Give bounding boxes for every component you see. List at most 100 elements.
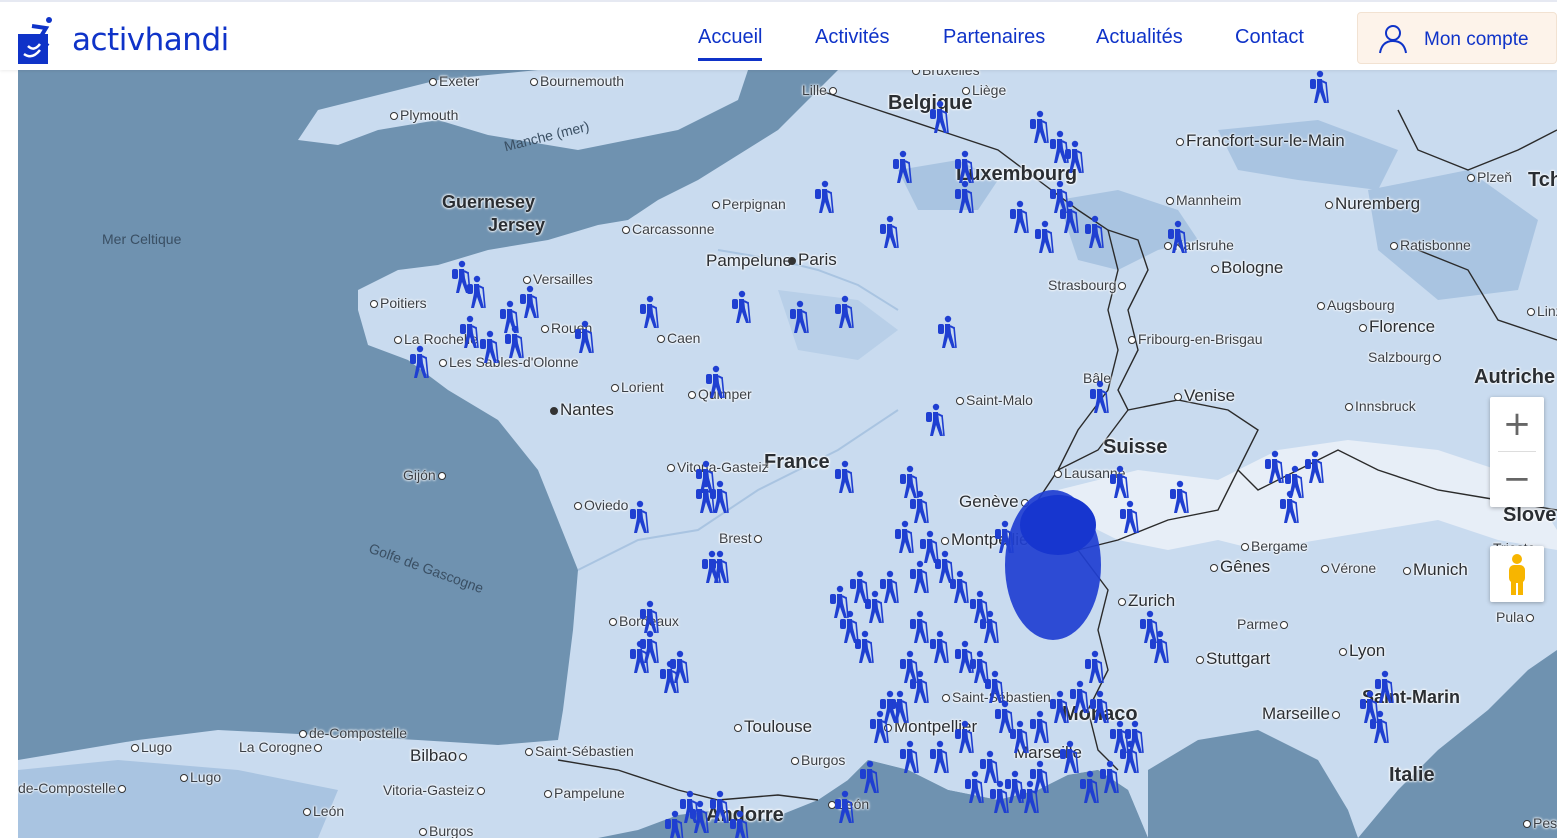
hiker-icon[interactable] [1008, 200, 1030, 234]
country-italie: Italie [1389, 764, 1435, 786]
hiker-icon[interactable] [848, 570, 870, 604]
city-lugo: Lugo [180, 769, 221, 785]
hiker-icon[interactable] [1063, 140, 1085, 174]
hiker-icon[interactable] [833, 460, 855, 494]
hiker-icon[interactable] [730, 290, 752, 324]
nav-accueil[interactable]: Accueil [698, 26, 763, 61]
hiker-icon[interactable] [953, 720, 975, 754]
hiker-icon[interactable] [1078, 770, 1100, 804]
city-pesaro: Pesaro [1523, 815, 1557, 831]
city-bruxelles: Bruxelles [912, 70, 980, 78]
hiker-icon[interactable] [1068, 680, 1090, 714]
city-pula: Pula [1496, 609, 1536, 625]
hiker-icon[interactable] [1308, 70, 1330, 104]
hiker-icon[interactable] [878, 215, 900, 249]
city-plzen: Plzeň [1467, 169, 1512, 185]
hiker-icon[interactable] [853, 630, 875, 664]
hiker-icon[interactable] [728, 810, 750, 838]
hiker-icon[interactable] [953, 150, 975, 184]
city-strasbourg: Strasbourg [1048, 277, 1128, 293]
hiker-icon[interactable] [1028, 710, 1050, 744]
hiker-icon[interactable] [518, 285, 540, 319]
hiker-icon[interactable] [503, 325, 525, 359]
hiker-icon[interactable] [878, 690, 900, 724]
hiker-icon[interactable] [978, 610, 1000, 644]
hiker-icon[interactable] [1048, 180, 1070, 214]
hiker-icon[interactable] [704, 365, 726, 399]
hiker-icon[interactable] [891, 150, 913, 184]
hiker-icon[interactable] [1303, 450, 1325, 484]
hiker-icon[interactable] [1083, 650, 1105, 684]
hiker-icon[interactable] [1018, 780, 1040, 814]
hiker-icon[interactable] [953, 180, 975, 214]
hiker-icon[interactable] [893, 520, 915, 554]
hiker-icon[interactable] [1058, 740, 1080, 774]
hiker-icon[interactable] [1008, 720, 1030, 754]
hiker-icon[interactable] [408, 345, 430, 379]
hiker-icon[interactable] [708, 550, 730, 584]
hiker-icon[interactable] [833, 295, 855, 329]
nav-activites[interactable]: Activités [815, 26, 889, 49]
nav-contact[interactable]: Contact [1235, 26, 1304, 49]
city-oviedo: La Corogne [239, 739, 324, 755]
hiker-icon[interactable] [898, 740, 920, 774]
hiker-icon[interactable] [1048, 690, 1070, 724]
hiker-icon[interactable] [638, 630, 660, 664]
marker-cluster[interactable] [998, 485, 1118, 655]
hiker-icon[interactable] [708, 790, 730, 824]
hiker-icon[interactable] [1263, 450, 1285, 484]
nav-actualites[interactable]: Actualités [1096, 26, 1183, 49]
hiker-icon[interactable] [948, 570, 970, 604]
hiker-icon[interactable] [928, 630, 950, 664]
city-saint-sebastien: OviedoOviedoSaint-Sébastien [525, 743, 634, 759]
brand-name[interactable]: activhandi [72, 22, 229, 58]
city-le-mans: Caen [657, 330, 700, 346]
hiker-icon[interactable] [788, 300, 810, 334]
hiker-icon[interactable] [1168, 480, 1190, 514]
hiker-icon[interactable] [928, 740, 950, 774]
hiker-icon[interactable] [963, 770, 985, 804]
hiker-icon[interactable] [638, 600, 660, 634]
hiker-icon[interactable] [983, 670, 1005, 704]
hiker-icon[interactable] [1123, 720, 1145, 754]
hiker-icon[interactable] [936, 315, 958, 349]
hiker-icon[interactable] [908, 490, 930, 524]
hiker-icon[interactable] [928, 100, 950, 134]
hiker-icon[interactable] [1148, 630, 1170, 664]
hiker-icon[interactable] [1083, 215, 1105, 249]
nav-partenaires[interactable]: Partenaires [943, 26, 1045, 49]
hiker-icon[interactable] [1028, 110, 1050, 144]
hiker-icon[interactable] [1033, 220, 1055, 254]
hiker-icon[interactable] [1166, 220, 1188, 254]
city-carcassonne: Burgos [791, 752, 845, 768]
activity-map[interactable]: Exeter Bournemouth Plymouth Manche (mer)… [18, 70, 1557, 838]
hiker-icon[interactable] [858, 760, 880, 794]
hiker-icon[interactable] [573, 320, 595, 354]
hiker-icon[interactable] [813, 180, 835, 214]
hiker-icon[interactable] [1098, 760, 1120, 794]
hiker-icon[interactable] [638, 295, 660, 329]
hiker-icon[interactable] [1118, 500, 1140, 534]
hiker-icon[interactable] [908, 670, 930, 704]
hiker-icon[interactable] [1088, 380, 1110, 414]
hiker-icon[interactable] [833, 790, 855, 824]
account-button[interactable]: Mon compte [1357, 12, 1557, 64]
hiker-icon[interactable] [465, 275, 487, 309]
activhandi-logo-icon[interactable] [18, 16, 54, 64]
hiker-icon[interactable] [628, 500, 650, 534]
zoom-out-button[interactable]: − [1490, 452, 1544, 506]
zoom-in-button[interactable]: + [1490, 397, 1544, 451]
hiker-icon[interactable] [908, 560, 930, 594]
hiker-icon[interactable] [1368, 710, 1390, 744]
hiker-icon[interactable] [908, 610, 930, 644]
hiker-icon[interactable] [1088, 690, 1110, 724]
hiker-icon[interactable] [668, 650, 690, 684]
hiker-icon[interactable] [478, 330, 500, 364]
country-suisse: Suisse [1103, 436, 1168, 458]
hiker-icon[interactable] [678, 790, 700, 824]
hiker-icon[interactable] [924, 403, 946, 437]
hiker-icon[interactable] [694, 480, 716, 514]
hiker-icon[interactable] [458, 315, 480, 349]
hiker-icon[interactable] [1278, 490, 1300, 524]
street-view-button[interactable] [1490, 546, 1544, 602]
